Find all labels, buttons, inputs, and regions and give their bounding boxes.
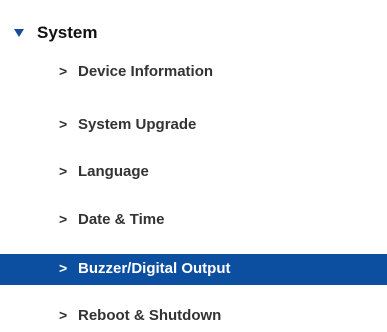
settings-nav-panel: System > Device Information > System Upg… [0,0,387,331]
system-submenu: > Device Information > System Upgrade > … [0,0,387,331]
chevron-right-icon: > [59,63,68,79]
chevron-right-icon: > [59,116,68,132]
menu-item-label: Device Information [78,63,214,80]
menu-item-label: Reboot & Shutdown [78,307,222,324]
menu-item-reboot-shutdown[interactable]: > Reboot & Shutdown [0,301,387,332]
menu-item-label: System Upgrade [78,116,197,133]
chevron-right-icon: > [59,163,68,179]
chevron-right-icon: > [59,260,68,276]
menu-item-language[interactable]: > Language [0,157,387,188]
menu-item-system-upgrade[interactable]: > System Upgrade [0,110,387,141]
menu-item-label: Buzzer/Digital Output [78,260,231,277]
menu-item-date-time[interactable]: > Date & Time [0,205,387,236]
menu-item-device-information[interactable]: > Device Information [0,57,387,88]
chevron-right-icon: > [59,211,68,227]
menu-item-label: Date & Time [78,211,165,228]
menu-item-label: Language [78,163,149,180]
chevron-right-icon: > [59,307,68,323]
menu-item-buzzer-digital-output[interactable]: > Buzzer/Digital Output [0,254,387,285]
